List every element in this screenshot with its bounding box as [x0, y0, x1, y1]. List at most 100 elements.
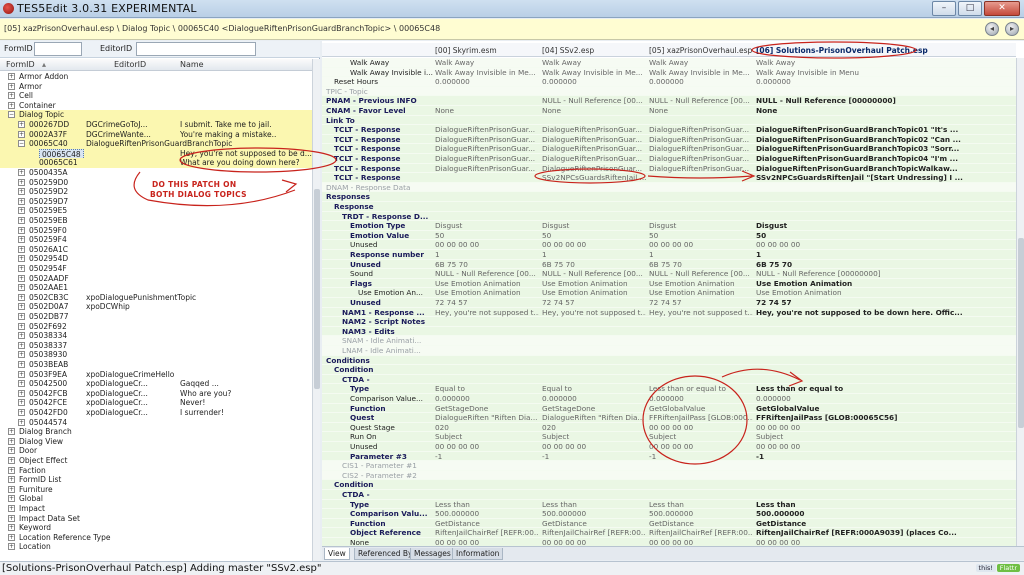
- tree-row[interactable]: +0502DB77: [0, 312, 312, 322]
- grid-row[interactable]: TCLT - Response SSv2NPCsGuardsRiftenJail …: [322, 173, 1016, 183]
- grid-row[interactable]: TCLT - Response DialogueRiftenPrisonGuar.…: [322, 134, 1016, 145]
- field-value[interactable]: 00 00 00 00: [542, 240, 646, 250]
- editorid-column-header[interactable]: EditorID: [114, 60, 146, 69]
- grid-row[interactable]: TCLT - Response DialogueRiftenPrisonGuar.…: [322, 163, 1016, 174]
- field-value[interactable]: 0.000000: [435, 77, 539, 87]
- plugin-column-header[interactable]: [04] SSv2.esp: [542, 46, 594, 55]
- expand-icon[interactable]: +: [18, 313, 25, 320]
- expand-icon[interactable]: +: [18, 322, 25, 330]
- tree-row[interactable]: + Door: [0, 446, 312, 456]
- grid-row[interactable]: None 00 00 00 00 00 00 00 00 00 00 00 00 00 …: [322, 538, 1016, 546]
- expand-icon[interactable]: +: [8, 476, 15, 484]
- field-value[interactable]: 6B 75 70: [435, 260, 539, 270]
- field-value[interactable]: DialogueRiftenPrisonGuar...: [435, 164, 539, 174]
- field-value[interactable]: DialogueRiftenPrisonGuar...: [649, 125, 753, 135]
- tree-row[interactable]: +05044574: [0, 418, 312, 428]
- grid-row[interactable]: Unused 72 74 57 72 74 57 72 74 57 72 74 57: [322, 298, 1016, 308]
- grid-row[interactable]: Unused 00 00 00 00 00 00 00 00 00 00 00 00 0…: [322, 240, 1016, 250]
- field-value[interactable]: 0.000000: [756, 394, 1014, 404]
- grid-row[interactable]: TCLT - Response DialogueRiftenPrisonGuar.…: [322, 144, 1016, 154]
- field-value[interactable]: NULL - Null Reference [00...: [542, 269, 646, 279]
- field-value[interactable]: NULL - Null Reference [00000000]: [756, 96, 1014, 106]
- grid-row[interactable]: Link To: [322, 115, 1016, 126]
- field-value[interactable]: Subject: [542, 432, 646, 442]
- field-value[interactable]: DialogueRiftenPrisonGuardBranchTopicWalk…: [756, 164, 1014, 174]
- grid-row[interactable]: Run On Subject Subject Subject Subject: [322, 432, 1016, 442]
- field-value[interactable]: DialogueRiftenPrisonGuar...: [435, 135, 539, 145]
- grid-row[interactable]: Condition: [322, 480, 1016, 490]
- field-value[interactable]: 00 00 00 00: [756, 442, 1014, 452]
- grid-row[interactable]: Unused 6B 75 70 6B 75 70 6B 75 70 6B 75 70: [322, 259, 1016, 270]
- field-value[interactable]: 00 00 00 00: [435, 240, 539, 250]
- formid-column-header[interactable]: FormID: [6, 60, 35, 69]
- tree-row[interactable]: +050259E5: [0, 206, 312, 216]
- expand-icon[interactable]: +: [18, 303, 25, 311]
- field-value[interactable]: Disgust: [649, 221, 753, 231]
- expand-icon[interactable]: +: [18, 169, 25, 176]
- expand-icon[interactable]: +: [8, 92, 15, 100]
- expand-icon[interactable]: +: [8, 447, 15, 455]
- tree-row[interactable]: +0502AAE1: [0, 283, 312, 293]
- expand-icon[interactable]: +: [18, 236, 25, 244]
- expand-icon[interactable]: +: [18, 351, 25, 359]
- expand-icon[interactable]: +: [18, 197, 25, 205]
- minimize-button[interactable]: –: [932, 1, 956, 16]
- field-value[interactable]: 50: [649, 231, 753, 241]
- tree-row[interactable]: +05038930: [0, 350, 312, 360]
- grid-row[interactable]: SNAM - Idle Animati...: [322, 336, 1016, 346]
- tree-row[interactable]: +0502954D: [0, 254, 312, 264]
- field-value[interactable]: DialogueRiftenPrisonGuardBranchTopic02 "…: [756, 135, 1014, 145]
- editorid-filter-input[interactable]: [136, 42, 256, 56]
- field-value[interactable]: NULL - Null Reference [00...: [435, 269, 539, 279]
- tree-row[interactable]: + Impact Data Set: [0, 514, 312, 524]
- expand-icon[interactable]: +: [18, 121, 25, 128]
- field-value[interactable]: 6B 75 70: [649, 260, 753, 270]
- field-value[interactable]: -1: [649, 452, 753, 462]
- expand-icon[interactable]: +: [18, 265, 25, 272]
- expand-icon[interactable]: +: [8, 485, 15, 493]
- field-value[interactable]: RiftenJailChairRef [REFR:00...: [649, 528, 753, 538]
- field-value[interactable]: -1: [756, 452, 1014, 462]
- grid-row[interactable]: Sound NULL - Null Reference [00... NULL - …: [322, 269, 1016, 279]
- field-value[interactable]: 0.000000: [542, 394, 646, 404]
- grid-row[interactable]: Emotion Value 50 50 50 50: [322, 230, 1016, 241]
- grid-row[interactable]: Use Emotion An... Use Emotion Animation Us…: [322, 288, 1016, 298]
- field-value[interactable]: GetGlobalValue: [649, 404, 753, 414]
- field-value[interactable]: NULL - Null Reference [00...: [649, 269, 753, 279]
- expand-icon[interactable]: +: [18, 341, 25, 349]
- tree-row[interactable]: +050259EB: [0, 216, 312, 226]
- field-value[interactable]: Hey, you're not supposed t...: [649, 308, 753, 318]
- field-value[interactable]: GetDistance: [542, 519, 646, 529]
- tree-row[interactable]: + Object Effect: [0, 456, 312, 466]
- field-value[interactable]: Less than: [756, 500, 1014, 510]
- field-value[interactable]: 1: [649, 250, 753, 260]
- field-value[interactable]: DialogueRiftenPrisonGuar...: [649, 144, 753, 154]
- expand-icon[interactable]: +: [18, 188, 25, 196]
- tree-row[interactable]: +0500435A: [0, 168, 312, 178]
- grid-row[interactable]: Parameter #3 -1 -1 -1 -1: [322, 451, 1016, 462]
- tree-row[interactable]: + Impact: [0, 504, 312, 514]
- field-value[interactable]: 1: [756, 250, 1014, 260]
- field-value[interactable]: -1: [435, 452, 539, 462]
- grid-row[interactable]: CIS1 - Parameter #1: [322, 461, 1016, 471]
- tree-row[interactable]: + Location Reference Type: [0, 533, 312, 543]
- grid-row[interactable]: NAM3 - Edits: [322, 326, 1016, 337]
- field-value[interactable]: NULL - Null Reference [00...: [542, 96, 646, 106]
- grid-row[interactable]: Comparison Valu... 500.000000 500.000000 50…: [322, 509, 1016, 519]
- grid-row[interactable]: Conditions: [322, 355, 1016, 366]
- maximize-button[interactable]: □: [958, 1, 982, 16]
- field-value[interactable]: Less than or equal to: [649, 384, 753, 394]
- tree-row[interactable]: +050259D7: [0, 197, 312, 207]
- grid-row[interactable]: Responses: [322, 192, 1016, 202]
- field-value[interactable]: Less than or equal to: [756, 384, 1014, 394]
- field-value[interactable]: 00 00 00 00: [649, 240, 753, 250]
- field-value[interactable]: 00 00 00 00: [542, 538, 646, 546]
- field-value[interactable]: GetStageDone: [542, 404, 646, 414]
- plugin-column-header[interactable]: [05] xazPrisonOverhaul.esp: [649, 46, 752, 55]
- expand-icon[interactable]: +: [18, 370, 25, 378]
- tree-row[interactable]: +05038337: [0, 341, 312, 351]
- tree-row[interactable]: +0502F692: [0, 322, 312, 332]
- tree-row[interactable]: + Dialog View: [0, 437, 312, 447]
- expand-icon[interactable]: +: [18, 178, 25, 186]
- field-value[interactable]: DialogueRiften "Riften Dia...: [542, 413, 646, 423]
